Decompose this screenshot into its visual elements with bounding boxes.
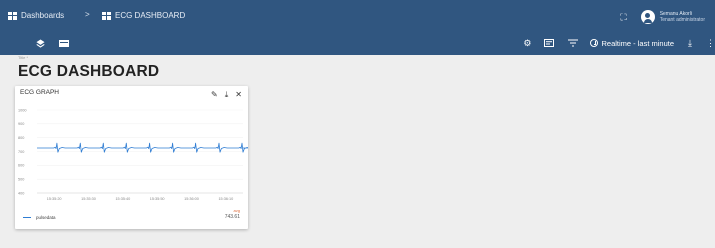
download-icon[interactable]: ⤓ [688,38,692,48]
legend: pulsedata [23,215,56,220]
layers-icon[interactable] [36,39,45,48]
fullscreen-icon[interactable]: ⛶ [620,12,626,23]
widget-download-icon[interactable]: ⤓ [225,91,229,99]
ecg-graph-widget[interactable]: ECG GRAPH ✎ ⤓ ✕ 1000 900 800 700 600 500 400 15… [15,86,248,229]
user-role: Tenant administrator [659,17,705,23]
filter-icon[interactable] [568,39,579,47]
settings-gear-icon[interactable]: ⚙ [523,38,531,48]
x-tick-label: 15:35:20 [47,197,62,201]
page-title[interactable]: ECG DASHBOARD [18,63,159,81]
y-tick-label: 700 [18,150,24,154]
x-tick-label: 15:35:30 [81,197,96,201]
user-info: Semanu Akorli Tenant administrator [660,11,705,23]
widget-actions: ✎ ⤓ ✕ [204,91,242,99]
series-line-pulsedata [37,142,248,153]
toolbar-left [36,39,69,48]
y-tick-label: 600 [18,164,24,168]
breadcrumb-current-label: ECG DASHBOARD [115,11,186,20]
breadcrumb-ecg-dashboard[interactable]: ECG DASHBOARD [102,11,185,20]
top-bar: Dashboards > ECG DASHBOARD ⛶ Semanu Akor… [0,0,715,55]
avatar[interactable] [640,10,655,24]
x-tick-label: 15:36:10 [218,197,233,201]
y-tick-label: 800 [18,136,24,140]
x-tick-label: 15:35:50 [150,197,165,201]
x-tick-label: 15:36:00 [184,197,199,201]
breadcrumb-dashboards-label: Dashboards [21,11,65,20]
clock-icon [590,39,599,47]
dashboard-states-icon[interactable] [59,40,69,47]
dashboard-toolbar: ⚙ Realtime - last minute ⤓ ⋮ [0,34,715,55]
timewindow-label: Realtime - last minute [601,38,675,48]
edit-pencil-icon[interactable]: ✎ [211,91,218,99]
breadcrumb-dashboards[interactable]: Dashboards [8,11,64,20]
y-tick-label: 500 [18,177,24,181]
x-tick-label: 15:35:40 [115,197,130,201]
more-vert-icon[interactable]: ⋮ [706,38,715,48]
legend-label: pulsedata [36,215,56,220]
timewindow-selector[interactable]: Realtime - last minute [590,39,674,48]
y-tick-label: 900 [18,122,24,126]
user-menu[interactable]: ⛶ Semanu Akorli Tenant administrator [620,6,705,28]
y-tick-label: 1000 [18,108,26,112]
aliases-icon[interactable] [544,39,555,47]
title-field-label: Title * [18,55,29,60]
legend-swatch [23,216,31,219]
ecg-chart: 1000 900 800 700 600 500 400 15:35:20 15:35:30 15… [18,108,248,201]
toolbar-right: ⚙ Realtime - last minute ⤓ ⋮ [523,38,715,48]
breadcrumb-separator: > [85,10,90,19]
avg-label: avg [233,208,240,213]
dashboard-icon [102,11,111,20]
dashboards-icon [8,11,17,20]
close-icon[interactable]: ✕ [235,91,242,99]
y-tick-label: 400 [18,191,24,195]
widget-title: ECG GRAPH [20,89,60,96]
avg-value: 743.61 [224,214,240,220]
breadcrumb-bar: Dashboards > ECG DASHBOARD ⛶ Semanu Akor… [0,0,715,34]
